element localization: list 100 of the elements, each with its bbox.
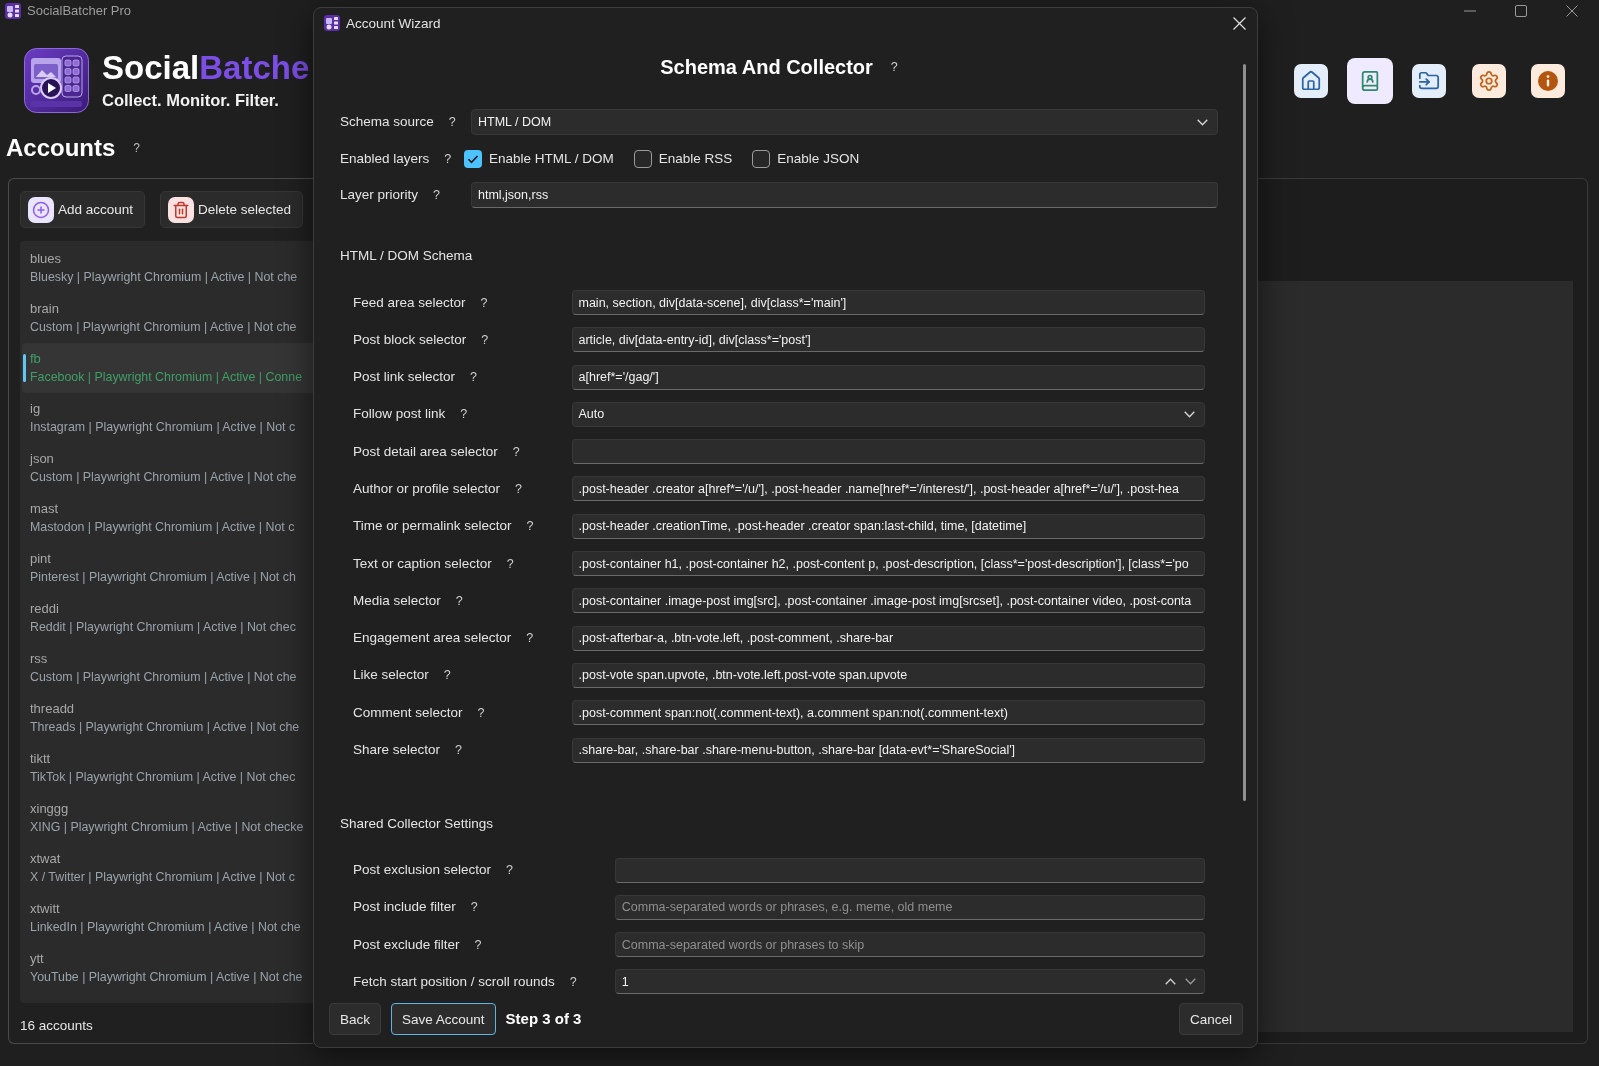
help-marker[interactable]: ? xyxy=(512,443,520,460)
help-marker[interactable]: ? xyxy=(460,406,468,423)
footer-button[interactable]: Save Account xyxy=(391,1003,496,1035)
checkbox[interactable] xyxy=(633,149,652,168)
help-marker[interactable]: ? xyxy=(470,899,478,916)
field-label: Comment selector xyxy=(353,703,463,722)
help-marker[interactable]: ? xyxy=(506,862,514,879)
field-label: Post block selector xyxy=(353,330,467,349)
gear-icon[interactable] xyxy=(1471,64,1506,98)
chevron-down-icon[interactable] xyxy=(1185,978,1196,986)
account-item[interactable]: xinggg XING | Playwright Chromium | Active | Not checke xyxy=(22,793,313,843)
help-marker[interactable]: ? xyxy=(455,592,463,609)
help-marker[interactable]: ? xyxy=(444,150,452,167)
help-marker[interactable]: ? xyxy=(448,114,456,130)
text-field[interactable]: .post-afterbar-a, .btn-vote.left, .post-comment, .share-bar xyxy=(571,625,1205,651)
account-item[interactable]: ytt YouTube | Playwright Chromium | Active | Not che xyxy=(22,943,313,993)
account-item[interactable]: brain Custom | Playwright Chromium | Active | Not che xyxy=(22,293,313,343)
account-name: xtwitt xyxy=(30,900,60,918)
account-item[interactable]: fb Facebook | Playwright Chromium | Active | Conne xyxy=(22,343,313,393)
help-marker[interactable]: ? xyxy=(506,555,514,572)
text-field[interactable]: .post-header .creationTime, .post-header .creator span:last-child, time, [datetime] xyxy=(571,513,1205,539)
account-item[interactable]: pint Pinterest | Playwright Chromium | Active | Not ch xyxy=(22,543,313,593)
help-marker[interactable]: ? xyxy=(443,667,451,684)
account-item[interactable]: threadd Threads | Playwright Chromium | Active | Not che xyxy=(22,693,313,743)
add-account-button[interactable]: Add account xyxy=(20,191,146,228)
dropdown[interactable]: Auto xyxy=(571,401,1205,427)
help-marker[interactable]: ? xyxy=(526,518,534,535)
help-marker[interactable]: ? xyxy=(569,973,577,990)
spin-box[interactable]: 1 xyxy=(614,969,1205,995)
account-name: rss xyxy=(30,650,48,668)
window-title: SocialBatcher Pro xyxy=(27,3,132,19)
step-indicator: Step 3 of 3 xyxy=(505,1009,582,1029)
text-field[interactable]: html,json,rss xyxy=(471,182,1218,208)
account-item[interactable]: blues Bluesky | Playwright Chromium | Active | Not che xyxy=(22,243,313,293)
help-marker[interactable]: ? xyxy=(526,630,534,647)
account-name: reddi xyxy=(30,600,59,618)
account-item[interactable]: reddi Reddit | Playwright Chromium | Active | Not chec xyxy=(22,593,313,643)
text-field[interactable] xyxy=(614,857,1205,883)
chevron-up-icon[interactable] xyxy=(1165,978,1176,986)
help-marker[interactable]: ? xyxy=(133,141,141,155)
field-label: Engagement area selector xyxy=(353,629,512,648)
account-item[interactable]: mast Mastodon | Playwright Chromium | Active | Not c xyxy=(22,493,313,543)
account-name: xinggg xyxy=(30,800,69,818)
text-field[interactable]: article, div[data-entry-id], div[class*='post'] xyxy=(571,327,1205,353)
checkbox[interactable] xyxy=(752,149,771,168)
text-field[interactable]: .post-comment span:not(.comment-text), a.comment span:not(.comment-text) xyxy=(571,700,1205,726)
field-label: Text or caption selector xyxy=(353,554,492,573)
account-name: tiktt xyxy=(30,750,51,768)
scrollbar[interactable] xyxy=(1243,64,1246,801)
help-marker[interactable]: ? xyxy=(474,936,482,953)
app-tagline: Collect. Monitor. Filter. xyxy=(102,90,280,110)
footer-button[interactable]: Back xyxy=(329,1003,381,1035)
help-marker[interactable]: ? xyxy=(477,704,485,721)
address-book-icon[interactable] xyxy=(1346,58,1393,104)
dialog-title: Account Wizard xyxy=(346,15,441,31)
house-icon[interactable] xyxy=(1293,64,1328,98)
help-marker[interactable]: ? xyxy=(455,742,462,759)
text-field[interactable]: .post-vote span.upvote, .btn-vote.left.post-vote span.upvote xyxy=(571,662,1205,688)
text-field[interactable]: .post-container .image-post img[src], .post-container .image-post img[srcset], .post-container video, .post-conta xyxy=(571,588,1205,614)
account-name: xtwat xyxy=(30,850,61,868)
account-name: brain xyxy=(30,300,59,318)
help-marker[interactable]: ? xyxy=(433,187,440,203)
checkbox-label[interactable]: Enable HTML / DOM xyxy=(489,149,614,168)
info-icon[interactable] xyxy=(1530,64,1565,98)
close-icon[interactable] xyxy=(1566,5,1578,17)
text-field[interactable]: .post-header .creator a[href*='/u/'], .post-header .name[href*='/interest/'], .post-header a[href*='/u/'], .post-hea xyxy=(571,476,1205,502)
maximize-icon[interactable] xyxy=(1515,5,1527,17)
text-field[interactable]: a[href*='/gag/'] xyxy=(571,364,1205,390)
account-name: threadd xyxy=(30,700,75,718)
checkbox[interactable] xyxy=(464,149,482,168)
account-item[interactable]: ig Instagram | Playwright Chromium | Active | Not c xyxy=(22,393,313,443)
account-item[interactable]: json Custom | Playwright Chromium | Active | Not che xyxy=(22,443,313,493)
checkbox-label[interactable]: Enable RSS xyxy=(658,149,733,168)
text-field[interactable]: .share-bar, .share-bar .share-menu-button, .share-bar [data-evt*='ShareSocial'] xyxy=(571,737,1205,763)
dropdown[interactable]: HTML / DOM xyxy=(471,109,1218,135)
text-field[interactable] xyxy=(571,439,1205,465)
help-marker[interactable]: ? xyxy=(481,331,489,348)
field-label: Post detail area selector xyxy=(353,442,498,461)
text-field[interactable]: main, section, div[data-scene], div[class*='main'] xyxy=(571,290,1205,315)
account-item[interactable]: tiktt TikTok | Playwright Chromium | Active | Not chec xyxy=(22,743,313,793)
help-marker[interactable]: ? xyxy=(470,369,477,386)
text-field[interactable]: Comma-separated words or phrases to skip xyxy=(614,932,1205,958)
account-name: blues xyxy=(30,250,62,268)
account-item[interactable]: xtwat X / Twitter | Playwright Chromium | Active | Not c xyxy=(22,843,313,893)
account-item[interactable]: rss Custom | Playwright Chromium | Active | Not che xyxy=(22,643,313,693)
checkbox-label[interactable]: Enable JSON xyxy=(777,149,860,168)
text-field[interactable]: Comma-separated words or phrases, e.g. meme, old meme xyxy=(614,894,1205,920)
help-marker[interactable]: ? xyxy=(890,59,898,75)
text-field[interactable]: .post-container h1, .post-container h2, .post-content p, .post-description, [class*='post-description'], [class*='po xyxy=(571,551,1205,577)
field-label: Post link selector xyxy=(353,368,456,387)
account-details: X / Twitter | Playwright Chromium | Active | Not c xyxy=(30,869,295,886)
field-label: Layer priority xyxy=(340,186,419,204)
help-marker[interactable]: ? xyxy=(515,481,523,497)
help-marker[interactable]: ? xyxy=(480,294,488,311)
account-details: LinkedIn | Playwright Chromium | Active | Not che xyxy=(30,919,301,936)
account-details: Facebook | Playwright Chromium | Active | Conne xyxy=(30,369,303,386)
cancel-button[interactable]: Cancel xyxy=(1178,1003,1243,1035)
delete-button[interactable]: Delete selected xyxy=(160,191,304,228)
account-item[interactable]: xtwitt LinkedIn | Playwright Chromium | Active | Not che xyxy=(22,893,313,943)
trash-icon xyxy=(168,196,195,223)
